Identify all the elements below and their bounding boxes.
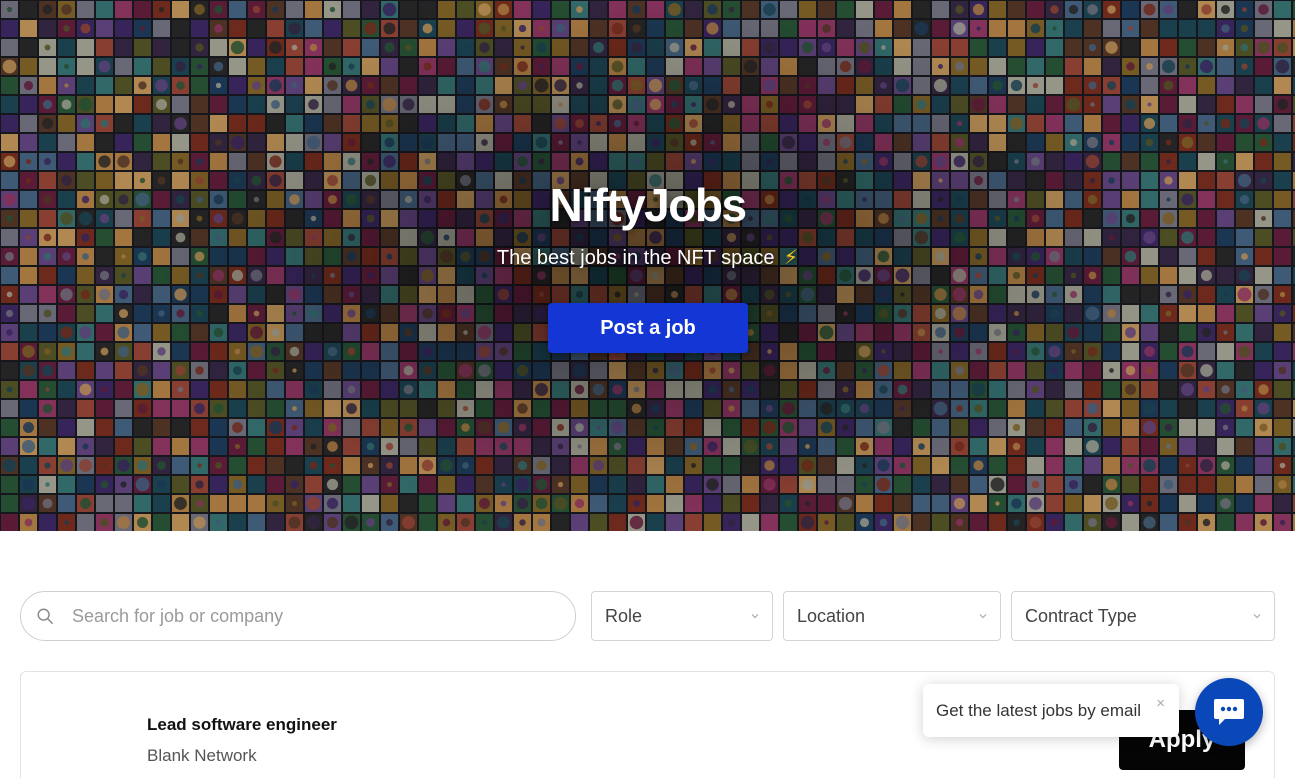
chevron-down-icon (979, 614, 987, 619)
lightning-bolt-icon: ⚡ (784, 247, 799, 269)
chat-bubble-icon (1214, 699, 1244, 725)
post-job-button[interactable]: Post a job (548, 303, 748, 353)
contract-type-select[interactable]: Contract Type (1011, 591, 1275, 641)
search-icon (37, 608, 53, 624)
chevron-down-icon (1253, 614, 1261, 619)
chevron-down-icon (751, 614, 759, 619)
role-select-value: Role (605, 605, 643, 626)
job-company: Blank Network (147, 746, 257, 765)
hero-banner: NiftyJobs The best jobs in the NFT space… (0, 0, 1295, 531)
close-icon[interactable]: × (1156, 696, 1165, 711)
email-subscribe-popup[interactable]: Get the latest jobs by email × (923, 684, 1179, 737)
job-title[interactable]: Lead software engineer (147, 715, 337, 735)
site-tagline: The best jobs in the NFT space ⚡ (0, 245, 1295, 270)
contract-type-select-value: Contract Type (1025, 605, 1137, 626)
email-popup-text: Get the latest jobs by email (936, 700, 1142, 720)
role-select[interactable]: Role (591, 591, 773, 641)
site-title: NiftyJobs (549, 179, 747, 231)
search-input[interactable] (72, 605, 575, 627)
chat-launcher-button[interactable] (1195, 678, 1263, 746)
tagline-text: The best jobs in the NFT space (496, 247, 775, 269)
location-select[interactable]: Location (783, 591, 1001, 641)
location-select-value: Location (797, 605, 866, 626)
search-bar[interactable] (20, 591, 576, 641)
